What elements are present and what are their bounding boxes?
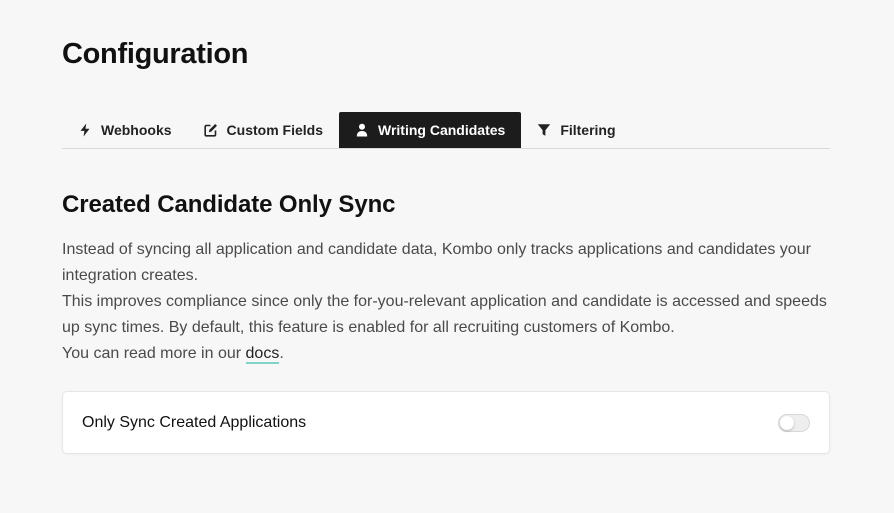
toggle-knob <box>780 416 794 430</box>
description-paragraph: Instead of syncing all application and c… <box>62 241 811 284</box>
setting-card: Only Sync Created Applications <box>62 391 830 454</box>
tab-writing-candidates[interactable]: Writing Candidates <box>339 112 522 148</box>
tab-label: Webhooks <box>101 122 172 138</box>
only-sync-created-toggle[interactable] <box>778 414 810 432</box>
tab-webhooks[interactable]: Webhooks <box>62 112 188 148</box>
edit-icon <box>203 123 218 137</box>
tab-label: Custom Fields <box>226 122 323 138</box>
configuration-page: Configuration Webhooks Custom Fields Wri… <box>0 0 894 513</box>
section-title: Created Candidate Only Sync <box>62 191 396 218</box>
bolt-icon <box>78 123 92 137</box>
setting-label: Only Sync Created Applications <box>82 414 307 431</box>
docs-suffix-text: . <box>279 345 284 362</box>
filter-icon <box>537 123 551 137</box>
page-title: Configuration <box>62 38 249 70</box>
user-icon <box>355 123 369 137</box>
tab-label: Writing Candidates <box>378 122 506 138</box>
description-paragraph: This improves compliance since only the … <box>62 293 827 336</box>
tab-label: Filtering <box>560 122 616 138</box>
tab-filtering[interactable]: Filtering <box>521 112 631 148</box>
tab-bar: Webhooks Custom Fields Writing Candidate… <box>62 112 830 149</box>
section-description: Instead of syncing all application and c… <box>62 237 837 367</box>
description-paragraph: You can read more in our docs. <box>62 341 837 367</box>
tab-custom-fields[interactable]: Custom Fields <box>188 112 339 148</box>
docs-link[interactable]: docs <box>245 345 280 364</box>
docs-prefix-text: You can read more in our <box>62 345 246 362</box>
